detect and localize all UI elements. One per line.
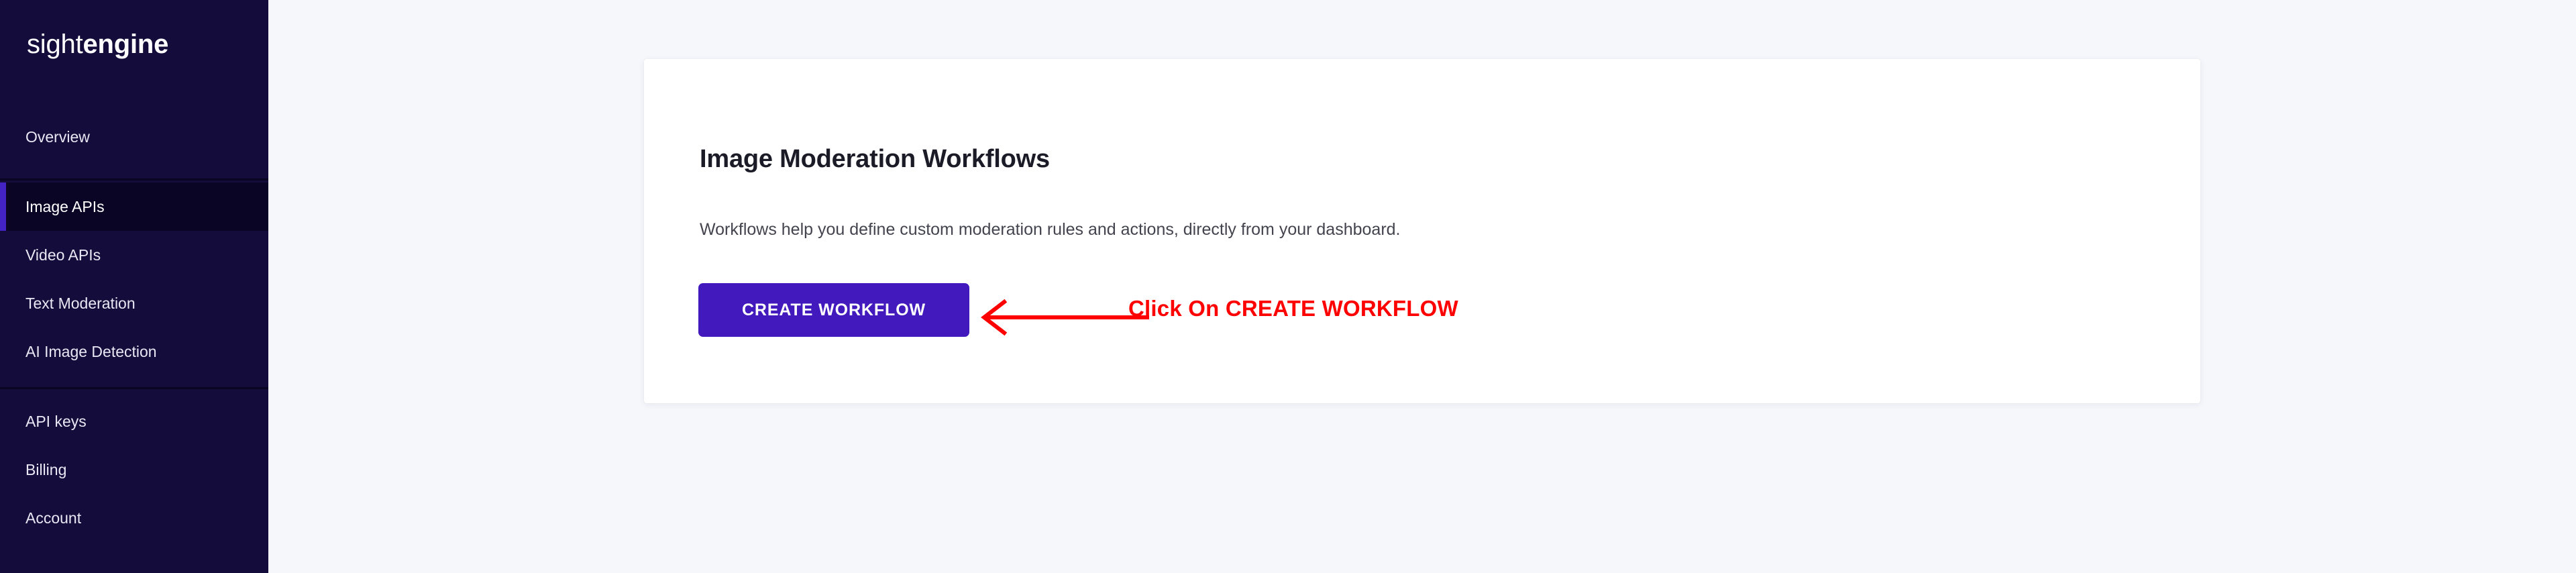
sidebar-item-label: Overview [25, 127, 90, 146]
brand-logo-bold: engine [83, 30, 169, 59]
card-description: Workflows help you define custom moderat… [700, 220, 1401, 239]
sidebar-item-label: AI Image Detection [25, 342, 157, 360]
sidebar: sightengine Overview Image APIs Video AP… [0, 0, 268, 573]
brand-logo[interactable]: sightengine [27, 25, 168, 63]
create-workflow-button[interactable]: CREATE WORKFLOW [698, 283, 969, 337]
brand-logo-light: sight [27, 30, 83, 59]
sidebar-item-label: Account [25, 509, 82, 527]
sidebar-item-ai-image-detection[interactable]: AI Image Detection [0, 327, 268, 376]
sidebar-group-account: API keys Billing Account [0, 397, 268, 542]
sidebar-item-image-apis[interactable]: Image APIs [0, 183, 268, 231]
brand-logo-text: sightengine [27, 31, 168, 58]
sidebar-item-label: Video APIs [25, 246, 101, 264]
sidebar-item-label: Text Moderation [25, 294, 136, 312]
sidebar-item-account[interactable]: Account [0, 494, 268, 542]
sidebar-item-video-apis[interactable]: Video APIs [0, 231, 268, 279]
sidebar-group-primary: Overview [0, 113, 268, 161]
sidebar-item-label: Billing [25, 460, 67, 478]
sidebar-item-label: Image APIs [25, 197, 105, 215]
sidebar-item-text-moderation[interactable]: Text Moderation [0, 279, 268, 327]
sidebar-item-api-keys[interactable]: API keys [0, 397, 268, 446]
sidebar-item-label: API keys [25, 412, 87, 430]
main-content: Image Moderation Workflows Workflows hel… [268, 0, 2576, 573]
sidebar-item-billing[interactable]: Billing [0, 446, 268, 494]
sidebar-divider-2 [0, 387, 268, 389]
workflows-card: Image Moderation Workflows Workflows hel… [644, 59, 2200, 403]
sidebar-item-overview[interactable]: Overview [0, 113, 268, 161]
page-title: Image Moderation Workflows [700, 145, 1050, 173]
app-root: sightengine Overview Image APIs Video AP… [0, 0, 2576, 573]
annotation-label: Click On CREATE WORKFLOW [1128, 296, 1458, 321]
sidebar-group-products: Image APIs Video APIs Text Moderation AI… [0, 183, 268, 376]
sidebar-divider-1 [0, 178, 268, 180]
